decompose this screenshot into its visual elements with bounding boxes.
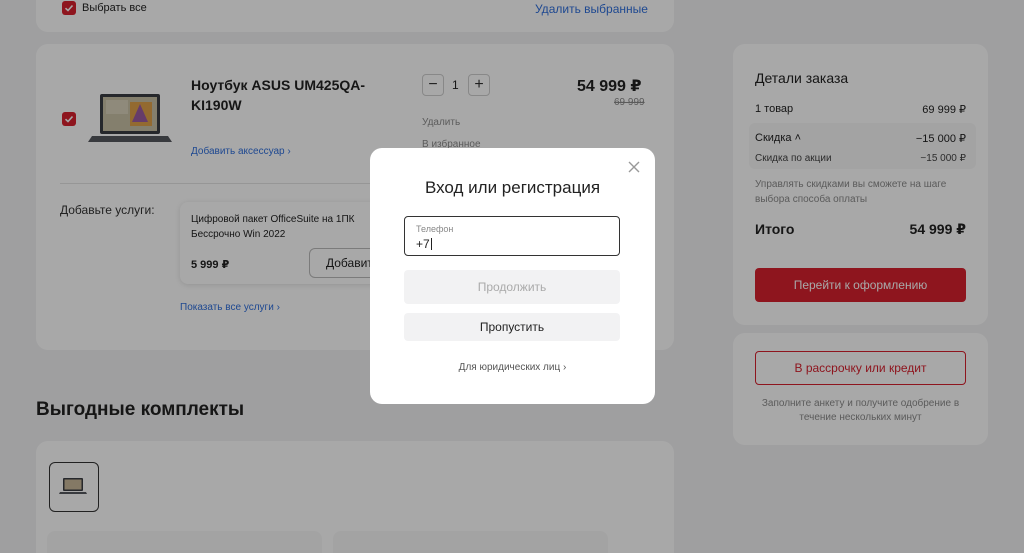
text-caret xyxy=(430,238,432,250)
skip-button[interactable]: Пропустить xyxy=(404,313,620,341)
close-icon xyxy=(628,161,640,173)
continue-button[interactable]: Продолжить xyxy=(404,270,620,304)
phone-value-wrap: +7 xyxy=(416,237,432,251)
modal-title: Вход или регистрация xyxy=(424,178,601,197)
phone-input[interactable]: Телефон +7 xyxy=(404,216,620,256)
legal-entities-link[interactable]: Для юридических лиц › xyxy=(370,362,655,373)
login-modal: Вход или регистрация Телефон +7 Продолжи… xyxy=(370,148,655,404)
chevron-right-icon: › xyxy=(562,362,567,373)
close-button[interactable] xyxy=(627,160,641,174)
legal-entities-label: Для юридических лиц xyxy=(458,362,561,373)
phone-value: +7 xyxy=(416,237,430,251)
phone-label: Телефон xyxy=(416,224,454,234)
